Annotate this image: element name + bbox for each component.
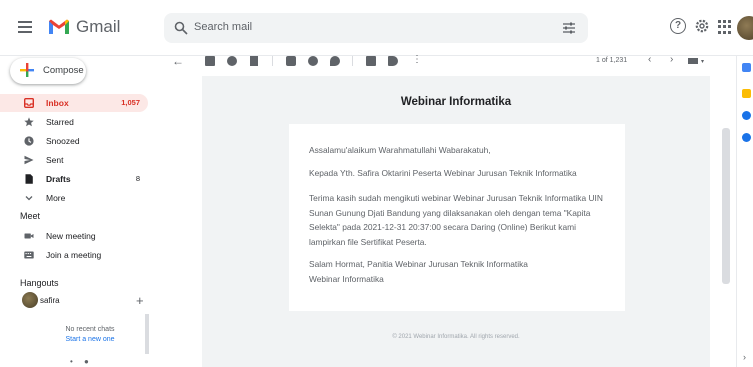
draft-count: 8 xyxy=(135,174,140,183)
send-icon xyxy=(24,155,34,165)
add-to-tasks-icon[interactable] xyxy=(330,56,340,66)
no-chats-text: No recent chats xyxy=(65,326,115,333)
input-tools-dropdown-icon[interactable]: ▾ xyxy=(701,58,704,65)
keyboard-icon xyxy=(24,251,34,259)
no-chats-box: No recent chats Start a new one xyxy=(40,325,140,345)
email-footer: © 2021 Webinar Informatika. All rights r… xyxy=(392,334,520,340)
calendar-icon[interactable] xyxy=(742,63,751,72)
email-greeting: Assalamu'alaikum Warahmatullahi Wabaraka… xyxy=(309,145,491,155)
sidebar-item-label: Drafts xyxy=(46,174,71,184)
sidebar-item-label: New meeting xyxy=(46,231,96,241)
more-icon[interactable]: ⋮ xyxy=(412,54,422,65)
contacts-dot-icon[interactable]: • xyxy=(70,357,73,366)
pagination-count: 1 of 1,231 xyxy=(596,57,628,64)
hangouts-user-name: safira xyxy=(40,296,60,305)
toolbar-divider xyxy=(352,56,353,66)
sidebar-item-join-meeting[interactable]: Join a meeting xyxy=(0,246,148,264)
archive-icon[interactable] xyxy=(205,56,215,66)
help-icon[interactable]: ? xyxy=(670,18,686,34)
top-bar: Gmail Search mail ? xyxy=(0,0,753,56)
sidebar-item-label: Join a meeting xyxy=(46,250,102,260)
sidebar-item-starred[interactable]: Starred xyxy=(0,113,148,131)
label-icon[interactable] xyxy=(388,56,398,66)
show-side-panel-icon[interactable]: › xyxy=(743,352,746,362)
sidebar-item-snoozed[interactable]: Snoozed xyxy=(0,132,148,150)
sidebar-item-label: More xyxy=(46,193,66,203)
email-content-card: Assalamu'alaikum Warahmatullahi Wabaraka… xyxy=(289,124,625,311)
sidebar-item-sent[interactable]: Sent xyxy=(0,151,148,169)
sidebar-item-inbox[interactable]: Inbox 1,057 xyxy=(0,94,148,112)
newer-chevron-icon[interactable]: ‹ xyxy=(648,54,651,65)
star-icon xyxy=(24,117,34,127)
app-name: Gmail xyxy=(76,17,121,36)
hangouts-section-title: Hangouts xyxy=(20,278,59,288)
gmail-logo-icon[interactable] xyxy=(48,18,70,35)
add-chat-plus-icon[interactable]: + xyxy=(136,293,144,308)
settings-gear-icon[interactable] xyxy=(694,18,710,34)
google-apps-icon[interactable] xyxy=(718,20,732,34)
start-new-chat-link[interactable]: Start a new one xyxy=(40,335,140,345)
inbox-icon xyxy=(24,98,34,108)
tasks-icon[interactable] xyxy=(742,111,751,120)
side-panel: › xyxy=(736,56,753,367)
search-bar[interactable]: Search mail xyxy=(164,13,588,43)
hangouts-user[interactable]: safira + xyxy=(22,292,152,310)
delete-icon[interactable] xyxy=(250,56,258,66)
sidebar-item-label: Sent xyxy=(46,155,64,165)
search-options-icon[interactable] xyxy=(562,21,576,35)
main-scrollbar[interactable] xyxy=(722,128,730,284)
sidebar-item-more[interactable]: More xyxy=(0,189,148,207)
email-subject: Webinar Informatika xyxy=(400,96,512,108)
sidebar-scrollbar[interactable] xyxy=(145,314,149,354)
account-avatar[interactable] xyxy=(737,16,753,40)
contacts-icon[interactable] xyxy=(742,133,751,142)
mark-unread-icon[interactable] xyxy=(286,56,296,66)
message-toolbar: ← ⋮ 1 of 1,231 ‹ › ▾ xyxy=(164,54,724,76)
move-to-icon[interactable] xyxy=(366,56,376,66)
search-input[interactable]: Search mail xyxy=(194,21,252,33)
compose-label: Compose xyxy=(43,65,84,76)
email-signature: Salam Hormat, Panitia Webinar Jurusan Te… xyxy=(309,259,528,284)
snooze-icon[interactable] xyxy=(308,56,318,66)
email-body: Webinar Informatika Assalamu'alaikum War… xyxy=(202,76,710,367)
unread-count: 1,057 xyxy=(121,98,140,107)
report-spam-icon[interactable] xyxy=(227,56,237,66)
hangouts-avatar xyxy=(22,292,38,308)
compose-button[interactable]: Compose xyxy=(10,58,86,84)
sidebar-item-label: Snoozed xyxy=(46,136,80,146)
sidebar-item-drafts[interactable]: Drafts 8 xyxy=(0,170,148,188)
keep-icon[interactable] xyxy=(742,89,751,98)
clock-icon xyxy=(24,136,34,146)
sidebar-item-new-meeting[interactable]: New meeting xyxy=(0,227,148,245)
chat-bubble-icon[interactable]: ● xyxy=(84,357,89,366)
compose-plus-icon xyxy=(20,63,34,77)
sidebar-item-label: Starred xyxy=(46,117,74,127)
back-icon[interactable]: ← xyxy=(172,54,184,68)
email-message: Terima kasih sudah mengikuti webinar Web… xyxy=(309,193,603,247)
main-menu-icon[interactable] xyxy=(12,14,38,40)
hangouts-bottom-icons: • ● xyxy=(70,357,89,366)
input-tools-icon[interactable] xyxy=(688,58,698,64)
meet-section-title: Meet xyxy=(20,211,41,221)
older-chevron-icon[interactable]: › xyxy=(670,54,673,65)
email-recipient: Kepada Yth. Safira Oktarini Peserta Webi… xyxy=(309,168,577,178)
video-camera-icon xyxy=(24,233,34,239)
draft-icon xyxy=(25,174,33,184)
sidebar-item-label: Inbox xyxy=(46,98,69,108)
toolbar-divider xyxy=(272,56,273,66)
search-icon[interactable] xyxy=(174,21,188,35)
chevron-down-icon xyxy=(25,196,33,201)
